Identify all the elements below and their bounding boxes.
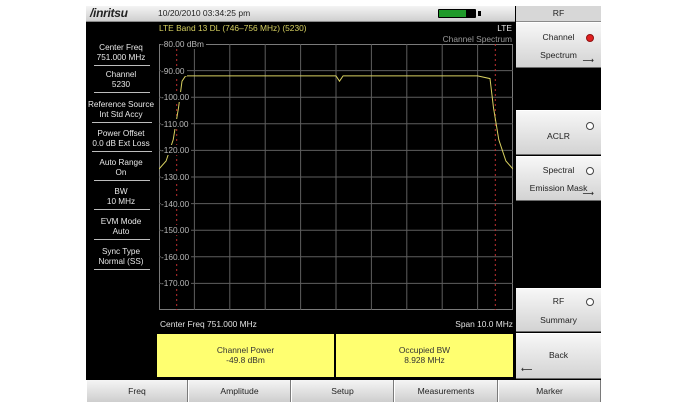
result-value: -49.8 dBm	[226, 355, 265, 365]
param-evm-mode[interactable]: EVM Mode Auto	[86, 217, 156, 240]
param-value: 5230	[111, 80, 131, 89]
y-tick-label: -80.00 dBm	[161, 39, 206, 49]
divider	[92, 151, 152, 152]
back-softkey[interactable]: Back ⟵	[516, 333, 601, 379]
mode-label: LTE	[497, 23, 512, 33]
arrow-left-icon: ⟵	[521, 365, 533, 374]
param-label: Reference Source	[88, 100, 154, 109]
tab-measurements[interactable]: Measurements	[394, 380, 498, 402]
param-value: Int Std Accy	[99, 110, 143, 119]
spectrum-plot	[159, 44, 513, 310]
occupied-bw-result: Occupied BW 8.928 MHz	[336, 334, 513, 377]
menu-title: RF	[516, 6, 601, 22]
tab-setup[interactable]: Setup	[291, 380, 394, 402]
param-auto-range[interactable]: Auto Range On	[86, 158, 156, 181]
tab-marker[interactable]: Marker	[498, 380, 601, 402]
param-label: EVM Mode	[100, 217, 142, 226]
battery-level	[439, 10, 466, 17]
param-channel[interactable]: Channel 5230	[86, 70, 156, 93]
tab-freq[interactable]: Freq	[86, 380, 188, 402]
tab-amplitude[interactable]: Amplitude	[188, 380, 291, 402]
result-label: Occupied BW	[398, 345, 451, 355]
channel-spectrum-softkey[interactable]: Channel Spectrum ⟶	[516, 22, 601, 68]
param-value: On	[115, 168, 127, 177]
param-value: 0.0 dB Ext Loss	[92, 139, 150, 148]
rf-summary-softkey[interactable]: RF Summary	[516, 288, 601, 332]
param-center-freq[interactable]: Center Freq 751.000 MHz	[86, 43, 156, 66]
softkey-label-line2: Summary	[540, 315, 577, 325]
param-sync-type[interactable]: Sync Type Normal (SS)	[86, 247, 156, 270]
spectral-emission-mask-softkey[interactable]: Spectral Emission Mask ⟶	[516, 156, 601, 201]
param-label: Channel	[105, 70, 137, 79]
param-label: Power Offset	[97, 129, 145, 138]
param-value: Normal (SS)	[98, 257, 144, 266]
date-time: 10/20/2010 03:34:25 pm	[158, 8, 251, 18]
result-label: Channel Power	[216, 345, 275, 355]
param-label: Sync Type	[101, 247, 141, 256]
span-label: Span 10.0 MHz	[455, 319, 513, 329]
divider	[94, 209, 150, 210]
radio-indicator-icon	[586, 122, 594, 130]
param-value: Auto	[112, 227, 130, 236]
measurement-label: Channel Spectrum	[442, 34, 512, 44]
param-label: Center Freq	[99, 43, 143, 52]
aclr-softkey[interactable]: ACLR	[516, 110, 601, 155]
softkey-label: ACLR	[547, 131, 570, 141]
y-tick-label: -130.00	[161, 172, 192, 182]
battery-icon	[438, 9, 476, 18]
center-freq-label: Center Freq 751.000 MHz	[160, 319, 257, 329]
y-tick-label: -150.00	[161, 225, 192, 236]
anritsu-logo: /inritsu	[90, 6, 128, 20]
title-bar: /inritsu 10/20/2010 03:34:25 pm	[86, 6, 515, 22]
radio-indicator-icon	[586, 167, 594, 175]
arrow-right-icon: ⟶	[582, 56, 594, 65]
param-bw[interactable]: BW 10 MHz	[86, 187, 156, 210]
result-value: 8.928 MHz	[404, 355, 445, 365]
selected-indicator-icon	[586, 34, 594, 42]
y-tick-label: -110.00	[161, 118, 191, 129]
param-power-offset[interactable]: Power Offset 0.0 dB Ext Loss	[84, 129, 158, 152]
divider	[94, 180, 150, 181]
channel-power-result: Channel Power -49.8 dBm	[157, 334, 334, 377]
y-tick-label: -140.00	[161, 198, 192, 209]
param-label: Auto Range	[99, 158, 143, 167]
y-tick-label: -90.00	[161, 65, 187, 76]
param-value: 10 MHz	[106, 197, 136, 206]
radio-indicator-icon	[586, 298, 594, 306]
arrow-right-icon: ⟶	[582, 189, 594, 198]
y-tick-label: -100.00	[161, 92, 192, 103]
param-value: 751.000 MHz	[96, 53, 146, 62]
param-label: BW	[114, 187, 128, 196]
band-label: LTE Band 13 DL (746–756 MHz) (5230)	[159, 23, 307, 33]
y-tick-label: -160.00	[161, 251, 192, 262]
divider	[94, 92, 150, 93]
softkey-label: Back	[548, 350, 569, 360]
divider	[94, 239, 150, 240]
param-reference-source[interactable]: Reference Source Int Std Accy	[84, 100, 158, 123]
y-tick-label: -170.00	[161, 278, 192, 289]
y-tick-label: -120.00	[161, 145, 192, 156]
divider	[92, 122, 152, 123]
battery-tip	[478, 11, 481, 16]
divider	[94, 269, 150, 270]
divider	[94, 65, 150, 66]
